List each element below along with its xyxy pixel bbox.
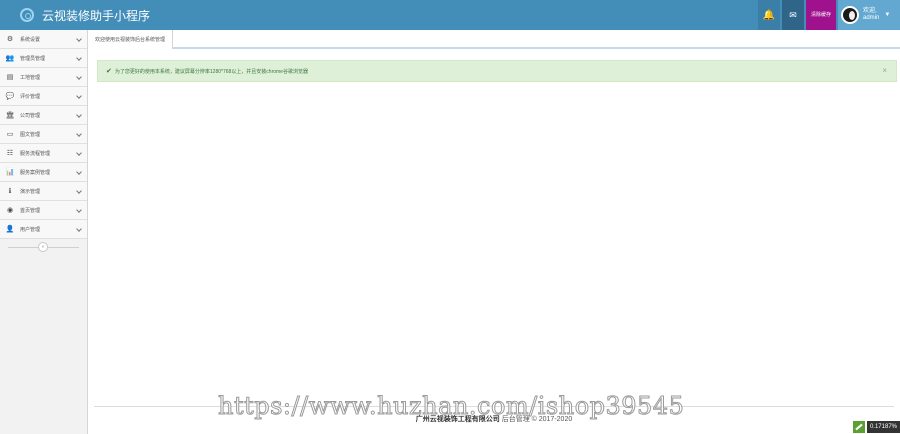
chevron-down-icon <box>76 207 82 213</box>
brand-logo-icon <box>20 8 34 22</box>
sidebar-item-users[interactable]: 👤 用户管理 <box>0 220 87 239</box>
sidebar-item-articles[interactable]: ▭ 图文管理 <box>0 125 87 144</box>
check-icon: ✔ <box>106 68 112 75</box>
sidebar-item-sites[interactable]: ▤ 工地管理 <box>0 68 87 87</box>
collapse-toggle-button[interactable]: « <box>38 242 48 252</box>
double-chevron-left-icon: « <box>41 244 45 250</box>
notification-button[interactable]: 🔔 <box>758 0 780 30</box>
main-content: 欢迎使用云视装饰后台系统管理 ✔ 为了您更好的使用本系统，建议屏幕分辨率1280… <box>88 30 900 434</box>
list-icon: ☷ <box>6 150 14 157</box>
sidebar-item-reviews[interactable]: 💬 评价管理 <box>0 87 87 106</box>
chevron-down-icon <box>76 150 82 156</box>
caret-down-icon: ▼ <box>884 12 891 18</box>
sidebar-collapse: « <box>0 239 87 255</box>
sidebar-item-home[interactable]: ◉ 首页管理 <box>0 201 87 220</box>
sidebar-item-service-process[interactable]: ☷ 服务流程管理 <box>0 144 87 163</box>
sidebar-item-company[interactable]: 🏛 公司管理 <box>0 106 87 125</box>
chevron-down-icon <box>76 112 82 118</box>
sidebar-item-label: 管理员管理 <box>20 55 46 62</box>
corner-badge: 0.17187% <box>852 420 900 434</box>
tab-bar: 欢迎使用云视装饰后台系统管理 <box>88 30 900 49</box>
message-button[interactable]: ✉ <box>782 0 804 30</box>
chevron-down-icon <box>76 55 82 61</box>
corner-badge-value: 0.17187% <box>866 421 900 433</box>
chevron-down-icon <box>76 169 82 175</box>
sidebar-item-label: 公司管理 <box>20 112 41 119</box>
brand[interactable]: 云视装修助手小程序 <box>20 6 150 24</box>
sidebar-item-label: 用户管理 <box>20 226 41 233</box>
sidebar-item-admin[interactable]: 👥 管理员管理 <box>0 49 87 68</box>
gear-icon: ⚙ <box>6 36 14 43</box>
watermark: https://www.huzhan.com/ishop39545 <box>217 392 685 421</box>
bell-icon: 🔔 <box>762 9 776 21</box>
user-name: admin <box>863 15 880 21</box>
bank-icon: 🏛 <box>5 112 15 119</box>
envelope-icon: ✉ <box>789 9 797 20</box>
speed-icon <box>852 421 865 433</box>
sidebar-item-label: 服务案例管理 <box>20 169 51 176</box>
sidebar-item-system-settings[interactable]: ⚙ 系统设置 <box>0 30 87 49</box>
avatar <box>841 6 859 24</box>
sidebar-item-label: 服务流程管理 <box>20 150 51 157</box>
user-icon: 👤 <box>5 226 15 233</box>
user-menu[interactable]: 欢迎, admin ▼ <box>838 0 900 30</box>
chevron-down-icon <box>76 131 82 137</box>
home-circle-icon: ◉ <box>6 207 14 214</box>
sidebar-item-label: 演示管理 <box>20 188 41 195</box>
chevron-down-icon <box>76 36 82 42</box>
chevron-down-icon <box>76 93 82 99</box>
user-info: 欢迎, admin <box>863 8 879 22</box>
sidebar: ⚙ 系统设置 👥 管理员管理 ▤ 工地管理 💬 评价管理 🏛 公司管理 ▭ 图文管理 ☷ 服务… <box>0 30 88 434</box>
user-greeting: 欢迎, <box>863 8 877 14</box>
app-title: 云视装修助手小程序 <box>42 8 151 23</box>
close-icon[interactable]: × <box>882 66 887 75</box>
sidebar-item-label: 图文管理 <box>20 131 41 138</box>
sidebar-item-label: 评价管理 <box>20 93 41 100</box>
users-icon: 👥 <box>5 55 15 62</box>
info-icon: ℹ <box>8 188 12 195</box>
top-navbar: 云视装修助手小程序 🔔 ✉ 清除缓存 欢迎, admin ▼ <box>0 0 900 30</box>
sidebar-item-label: 工地管理 <box>20 74 41 81</box>
chevron-down-icon <box>76 226 82 232</box>
top-nav-actions: 🔔 ✉ 清除缓存 欢迎, admin ▼ <box>758 0 900 30</box>
alert-text: 为了您更好的使用本系统，建议屏幕分辨率1280*768以上，并且安装chrome… <box>114 68 308 75</box>
sidebar-item-label: 系统设置 <box>20 36 41 43</box>
tab-welcome[interactable]: 欢迎使用云视装饰后台系统管理 <box>88 30 174 49</box>
sidebar-item-service-cases[interactable]: 📊 服务案例管理 <box>0 163 87 182</box>
image-text-icon: ▭ <box>6 131 14 138</box>
success-alert: ✔ 为了您更好的使用本系统，建议屏幕分辨率1280*768以上，并且安装chro… <box>97 60 897 82</box>
chevron-down-icon <box>76 74 82 80</box>
bar-chart-icon: 📊 <box>5 169 15 176</box>
sidebar-item-demo[interactable]: ℹ 演示管理 <box>0 182 87 201</box>
sidebar-item-label: 首页管理 <box>20 207 41 214</box>
chevron-down-icon <box>76 188 82 194</box>
document-icon: ▤ <box>6 74 14 81</box>
clear-cache-button[interactable]: 清除缓存 <box>806 0 836 30</box>
comments-icon: 💬 <box>5 93 15 100</box>
